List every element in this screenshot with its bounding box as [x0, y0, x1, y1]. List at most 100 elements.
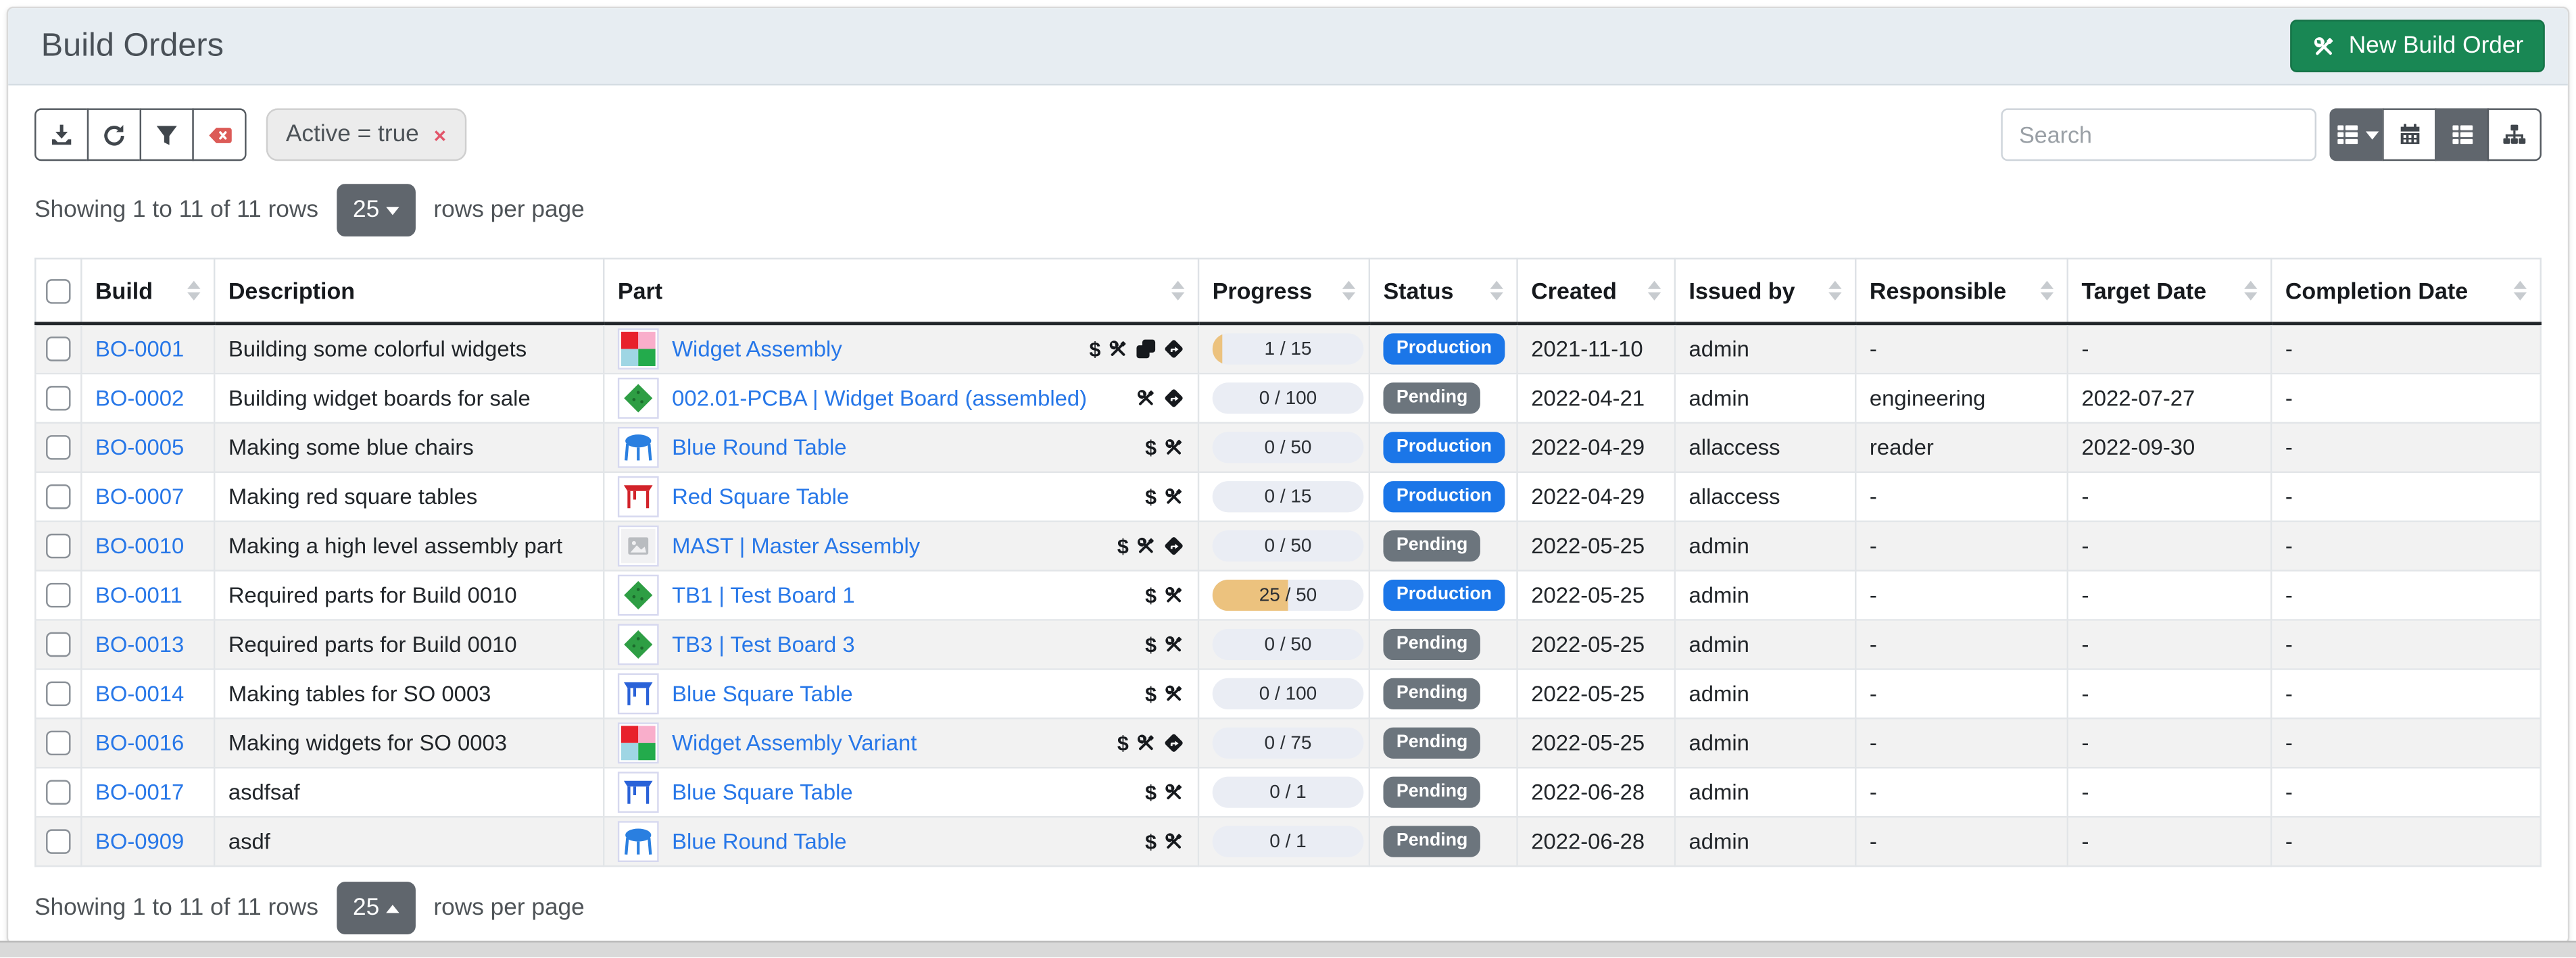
calendar-view-button[interactable] — [2382, 108, 2436, 161]
sort-icon[interactable] — [2504, 281, 2527, 301]
calendar-icon — [2398, 123, 2421, 146]
status-badge: Pending — [1383, 678, 1480, 709]
row-checkbox[interactable] — [46, 781, 70, 805]
refresh-button[interactable] — [87, 108, 141, 161]
column-header-target-date[interactable]: Target Date — [2068, 259, 2271, 324]
build-link[interactable]: BO-0005 — [95, 435, 184, 459]
column-label: Status — [1383, 278, 1453, 304]
part-cell: 002.01-PCBA | Widget Board (assembled) — [604, 374, 1198, 423]
build-link[interactable]: BO-0013 — [95, 632, 184, 657]
page-size-dropdown[interactable]: 25 — [337, 882, 416, 934]
responsible-cell: - — [1855, 472, 2068, 522]
row-checkbox[interactable] — [46, 386, 70, 411]
column-header-issued-by[interactable]: Issued by — [1675, 259, 1855, 324]
progress-cell: 0 / 75 — [1198, 718, 1369, 767]
completion-date-cell: - — [2271, 669, 2541, 718]
row-checkbox[interactable] — [46, 485, 70, 509]
column-header-created[interactable]: Created — [1517, 259, 1675, 324]
sort-icon[interactable] — [1638, 281, 1661, 301]
status-cell: Pending — [1369, 522, 1517, 571]
build-link[interactable]: BO-0007 — [95, 484, 184, 509]
select-cell — [35, 767, 81, 817]
column-header-part[interactable]: Part — [604, 259, 1198, 324]
column-header-status[interactable]: Status — [1369, 259, 1517, 324]
remove-filter-icon[interactable]: × — [434, 122, 446, 147]
sort-icon[interactable] — [1480, 281, 1503, 301]
rows-per-page-text: rows per page — [433, 197, 584, 224]
column-label: Completion Date — [2285, 278, 2468, 304]
part-link[interactable]: 002.01-PCBA | Widget Board (assembled) — [672, 386, 1087, 410]
search-input[interactable] — [2001, 108, 2316, 161]
progress-cell: 1 / 15 — [1198, 324, 1369, 374]
tools-icon — [2311, 34, 2335, 58]
part-link[interactable]: Blue Square Table — [672, 682, 853, 706]
page-size-dropdown[interactable]: 25 — [337, 184, 416, 236]
build-cell: BO-0013 — [81, 620, 214, 670]
part-thumbnail — [618, 624, 659, 665]
filter-button[interactable] — [140, 108, 194, 161]
build-link[interactable]: BO-0001 — [95, 336, 184, 361]
row-checkbox[interactable] — [46, 584, 70, 608]
part-link[interactable]: Blue Square Table — [672, 780, 853, 804]
column-header-build[interactable]: Build — [81, 259, 214, 324]
sort-icon[interactable] — [1332, 281, 1355, 301]
part-cell: Blue Square Table$ — [604, 767, 1198, 817]
tools-icon — [1135, 388, 1157, 409]
build-link[interactable]: BO-0010 — [95, 534, 184, 558]
active-filter-chip[interactable]: Active = true × — [266, 108, 466, 161]
new-build-order-button[interactable]: New Build Order — [2289, 20, 2545, 72]
build-cell: BO-0909 — [81, 817, 214, 866]
sort-icon[interactable] — [2031, 281, 2053, 301]
page-bottom-edge — [0, 941, 2576, 957]
download-button[interactable] — [34, 108, 89, 161]
build-link[interactable]: BO-0017 — [95, 780, 184, 804]
list-view-button[interactable] — [2435, 108, 2489, 161]
row-checkbox[interactable] — [46, 830, 70, 855]
row-checkbox[interactable] — [46, 732, 70, 756]
build-link[interactable]: BO-0909 — [95, 829, 184, 853]
build-link[interactable]: BO-0016 — [95, 731, 184, 755]
row-checkbox[interactable] — [46, 682, 70, 707]
row-checkbox[interactable] — [46, 436, 70, 460]
part-link[interactable]: TB3 | Test Board 3 — [672, 632, 855, 657]
tree-view-button[interactable] — [2487, 108, 2542, 161]
columns-view-button[interactable] — [2329, 108, 2383, 161]
progress-label: 0 / 100 — [1213, 678, 1364, 709]
created-cell: 2022-04-29 — [1517, 423, 1675, 472]
progress-cell: 0 / 50 — [1198, 423, 1369, 472]
created-cell: 2022-06-28 — [1517, 767, 1675, 817]
sort-icon[interactable] — [1161, 281, 1184, 301]
part-link[interactable]: Blue Round Table — [672, 435, 846, 459]
issued-by-cell: admin — [1675, 324, 1855, 374]
select-all-checkbox[interactable] — [46, 280, 70, 304]
build-link[interactable]: BO-0002 — [95, 386, 184, 410]
select-cell — [35, 620, 81, 670]
row-checkbox[interactable] — [46, 337, 70, 361]
part-link[interactable]: Widget Assembly Variant — [672, 731, 917, 755]
part-link[interactable]: Blue Round Table — [672, 829, 846, 853]
part-link[interactable]: Red Square Table — [672, 484, 849, 509]
status-cell: Pending — [1369, 767, 1517, 817]
build-link[interactable]: BO-0014 — [95, 682, 184, 706]
sort-icon[interactable] — [2234, 281, 2257, 301]
clear-filters-button[interactable] — [192, 108, 246, 161]
column-header-completion-date[interactable]: Completion Date — [2271, 259, 2541, 324]
description-cell: Building some colorful widgets — [214, 324, 604, 374]
row-checkbox[interactable] — [46, 534, 70, 559]
responsible-cell: - — [1855, 522, 2068, 571]
status-cell: Pending — [1369, 374, 1517, 423]
column-header-responsible[interactable]: Responsible — [1855, 259, 2068, 324]
part-cell: Widget Assembly$ — [604, 324, 1198, 374]
column-label: Created — [1531, 278, 1617, 304]
column-header-progress[interactable]: Progress — [1198, 259, 1369, 324]
part-link[interactable]: TB1 | Test Board 1 — [672, 583, 855, 607]
status-badge: Production — [1383, 580, 1505, 611]
part-link[interactable]: MAST | Master Assembly — [672, 534, 920, 558]
build-link[interactable]: BO-0011 — [95, 583, 183, 607]
sort-icon[interactable] — [1819, 281, 1842, 301]
row-checkbox[interactable] — [46, 633, 70, 657]
description-cell: Making widgets for SO 0003 — [214, 718, 604, 767]
part-link[interactable]: Widget Assembly — [672, 336, 842, 361]
sort-icon[interactable] — [177, 281, 200, 301]
progress-label: 0 / 75 — [1213, 728, 1364, 759]
